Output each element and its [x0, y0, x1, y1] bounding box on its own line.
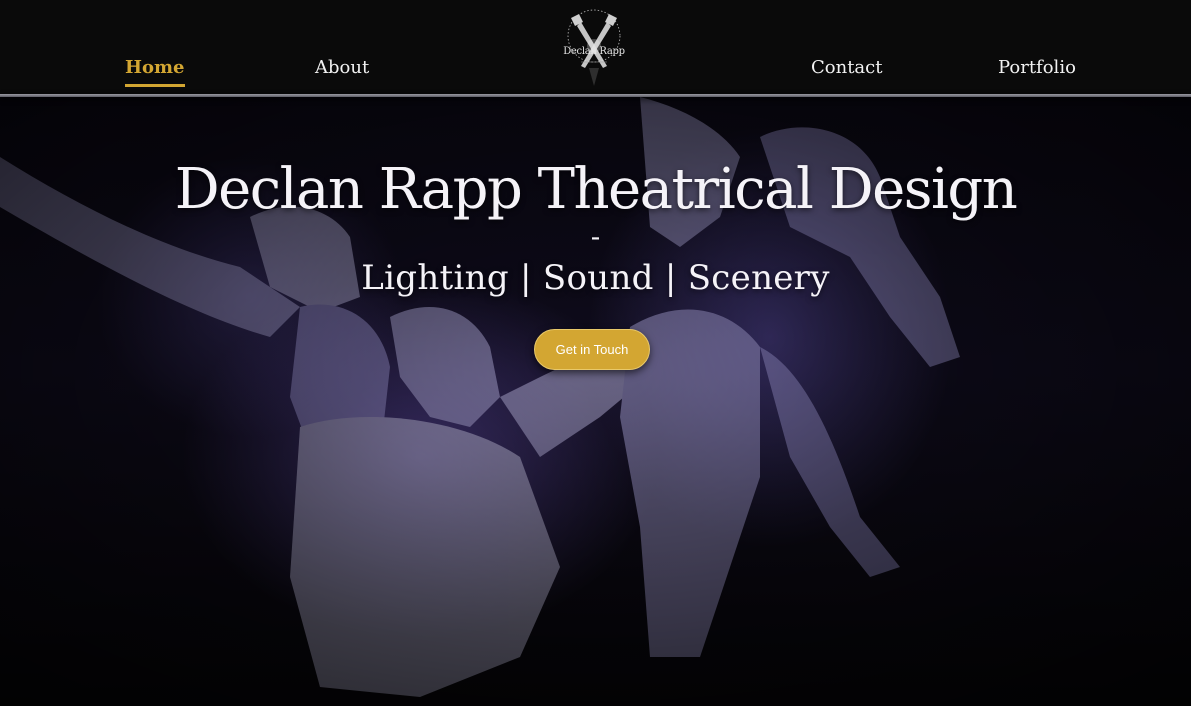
site-logo[interactable]: Declan Rapp — [559, 6, 629, 88]
nav-contact[interactable]: Contact — [811, 56, 882, 80]
nav-contact-label: Contact — [811, 57, 883, 78]
hero-section: Declan Rapp Theatrical Design - Lighting… — [0, 97, 1191, 706]
nav-home[interactable]: Home — [125, 56, 185, 87]
hero-title: Declan Rapp Theatrical Design — [174, 157, 1018, 222]
nav-portfolio[interactable]: Portfolio — [998, 56, 1076, 80]
site-header: Home About Declan Rapp Contact Portfolio — [0, 0, 1191, 94]
hero-subtitle: Lighting | Sound | Scenery — [361, 258, 830, 298]
get-in-touch-button[interactable]: Get in Touch — [534, 329, 650, 370]
active-nav-underline — [125, 84, 185, 87]
nav-about-label: About — [315, 57, 370, 78]
nav-home-label: Home — [125, 57, 185, 78]
logo-wordmark: Declan Rapp — [563, 46, 625, 57]
nav-portfolio-label: Portfolio — [998, 57, 1076, 78]
nav-about[interactable]: About — [315, 56, 369, 80]
hero-divider-dash: - — [590, 220, 601, 253]
header-divider — [0, 94, 1191, 97]
